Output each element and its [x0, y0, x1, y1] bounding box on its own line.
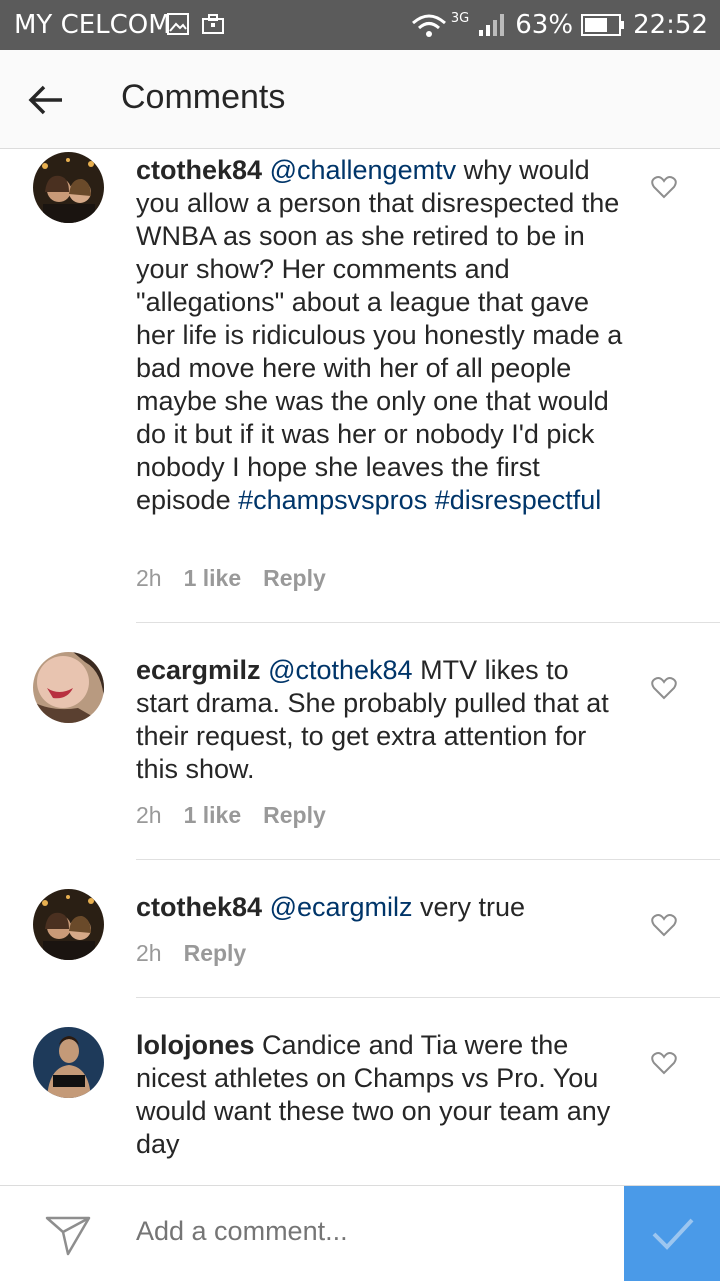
carrier-name: MY CELCOM [14, 10, 171, 40]
like-heart-icon[interactable] [651, 913, 677, 937]
image-notification-icon [167, 13, 189, 35]
reply-button[interactable]: Reply [184, 940, 247, 966]
avatar[interactable] [33, 652, 104, 723]
comment-time: 2h [136, 565, 162, 591]
comment-mention[interactable]: @ecargmilz [270, 892, 413, 922]
wifi-icon [411, 14, 446, 37]
comment-likes[interactable]: 1 like [184, 802, 242, 828]
reply-button[interactable]: Reply [263, 802, 326, 828]
page-title: Comments [121, 78, 286, 116]
comment-text: ctothek84 @challengemtv why would you al… [136, 154, 626, 517]
app-bar: Comments [0, 50, 720, 149]
avatar-photo [33, 1027, 104, 1098]
paper-plane-icon[interactable] [44, 1210, 92, 1258]
comment-time: 2h [136, 802, 162, 828]
reply-button[interactable]: Reply [263, 565, 326, 591]
post-comment-button[interactable] [624, 1186, 720, 1281]
divider [136, 997, 720, 998]
avatar[interactable] [33, 152, 104, 223]
comment-text: ecargmilz @ctothek84 MTV likes to start … [136, 654, 626, 786]
check-icon [652, 1218, 694, 1250]
avatar-photo [33, 889, 104, 960]
avatar-photo [33, 152, 104, 223]
clock: 22:52 [633, 10, 708, 40]
status-bar: MY CELCOM 3G 63% 22:52 [0, 0, 720, 50]
like-heart-icon[interactable] [651, 1051, 677, 1075]
avatar[interactable] [33, 1027, 104, 1098]
comment-body: why would you allow a person that disres… [136, 155, 623, 515]
battery-percent: 63% [515, 10, 574, 40]
comment-composer [0, 1185, 720, 1281]
comment-likes[interactable]: 1 like [184, 565, 242, 591]
comment-text: ctothek84 @ecargmilz very true [136, 891, 626, 924]
avatar-photo [33, 652, 104, 723]
briefcase-notification-icon [202, 14, 224, 34]
battery-icon [581, 14, 625, 36]
comment-meta: 2h 1 like Reply [136, 802, 326, 829]
like-heart-icon[interactable] [651, 175, 677, 199]
comment-mention[interactable]: @ctothek84 [268, 655, 413, 685]
comment-mention[interactable]: @challengemtv [270, 155, 457, 185]
comment-input[interactable] [136, 1216, 596, 1247]
divider [136, 622, 720, 623]
back-arrow-icon[interactable] [26, 80, 66, 120]
comment-body: very true [420, 892, 526, 922]
comment-meta: 2h 1 like Reply [136, 565, 326, 592]
avatar[interactable] [33, 889, 104, 960]
comment-hashtags[interactable]: #champsvspros #disrespectful [238, 485, 601, 515]
comment-username[interactable]: ctothek84 [136, 892, 262, 922]
like-heart-icon[interactable] [651, 676, 677, 700]
comment-username[interactable]: ctothek84 [136, 155, 262, 185]
divider [136, 859, 720, 860]
signal-icon [479, 14, 505, 36]
comment-meta: 2h Reply [136, 940, 246, 967]
comment-username[interactable]: lolojones [136, 1030, 255, 1060]
comment-text: lolojones Candice and Tia were the nices… [136, 1029, 626, 1161]
comment-time: 2h [136, 940, 162, 966]
network-type: 3G [450, 10, 470, 26]
comment-username[interactable]: ecargmilz [136, 655, 261, 685]
